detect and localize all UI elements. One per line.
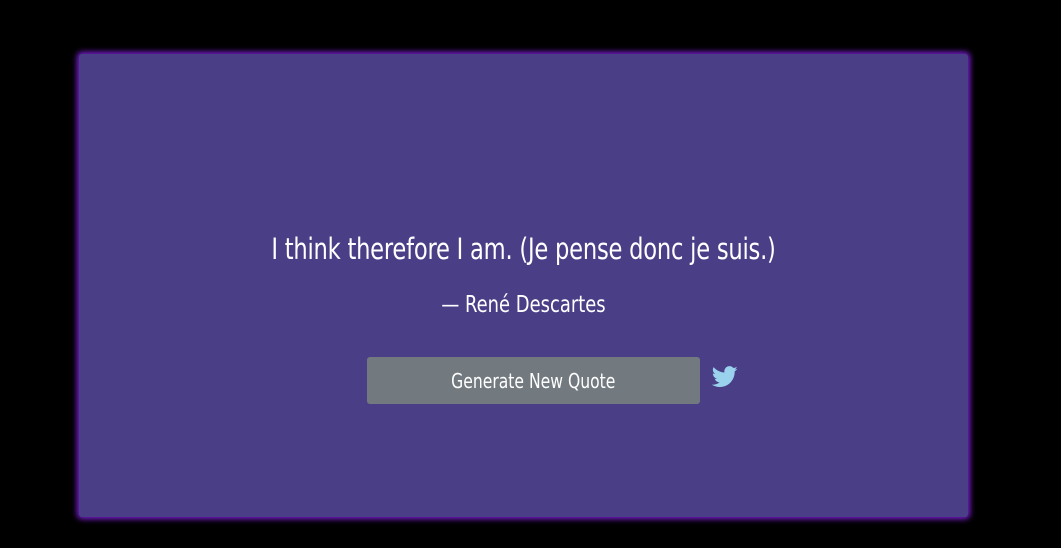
- quote-author: — René Descartes: [441, 292, 606, 318]
- tweet-quote-link[interactable]: [711, 366, 738, 388]
- quote-card: I think therefore I am. (Je pense donc j…: [79, 54, 968, 517]
- twitter-icon: [711, 366, 738, 387]
- generate-new-quote-label: Generate New Quote: [451, 368, 616, 393]
- quote-text: I think therefore I am. (Je pense donc j…: [271, 232, 776, 266]
- generate-new-quote-button[interactable]: Generate New Quote: [367, 357, 700, 404]
